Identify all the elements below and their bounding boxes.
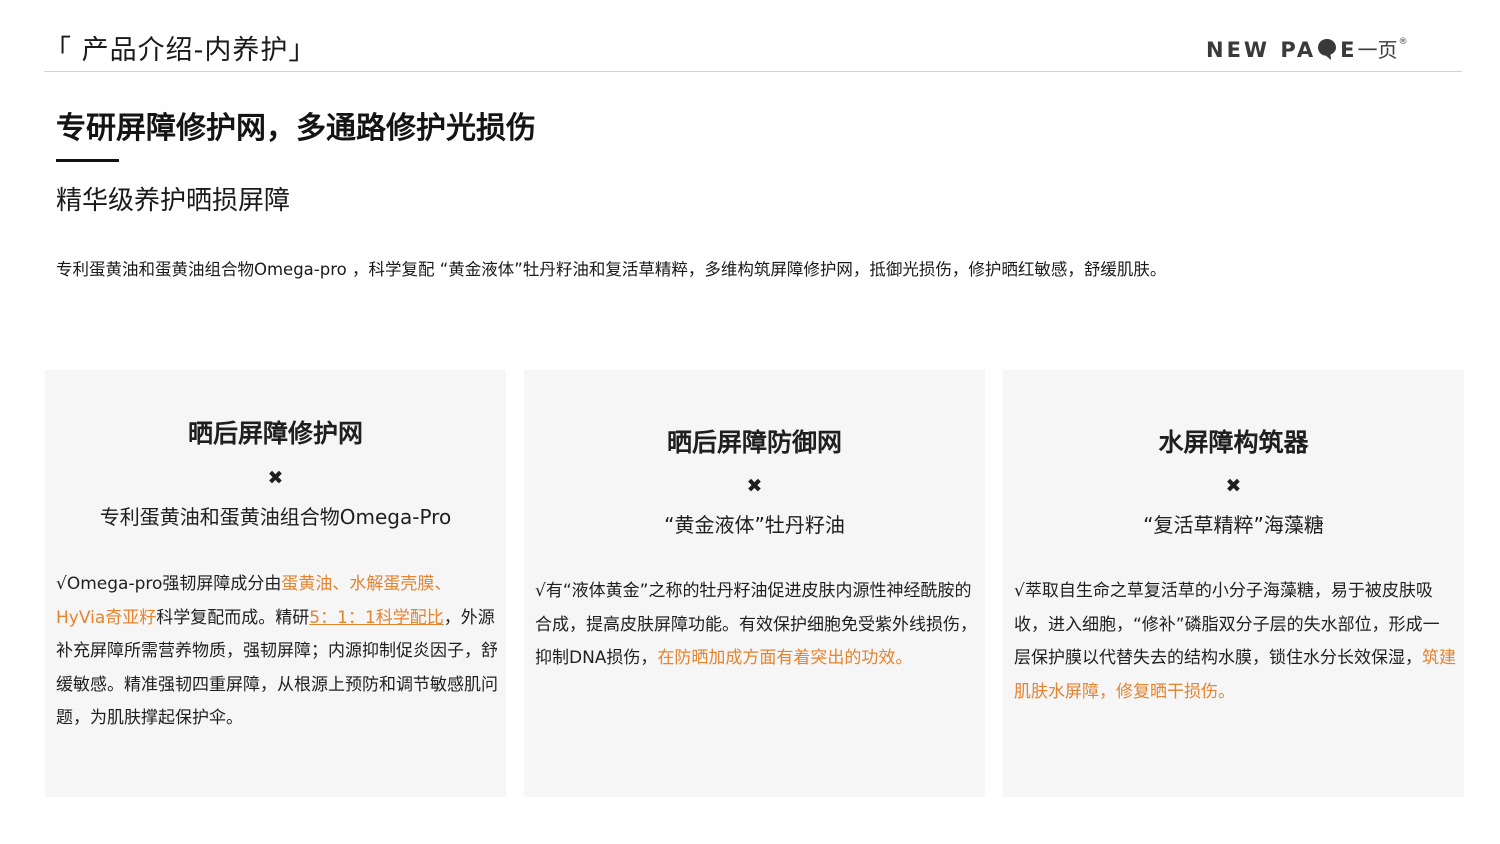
- cross-icon: ✖: [1225, 475, 1242, 497]
- section-title: 「 产品介绍-内养护」: [44, 35, 317, 66]
- intro-paragraph: 专利蛋黄油和蛋黄油组合物Omega-pro ，科学复配 “黄金液体”牡丹籽油和复…: [56, 260, 1167, 279]
- cross-icon: ✖: [267, 467, 284, 489]
- card-title: 晒后屏障防御网: [666, 428, 842, 457]
- page-headline: 专研屏障修护网，多通路修护光损伤: [56, 111, 536, 146]
- card-defense-network: 晒后屏障防御网 ✖ “黄金液体”牡丹籽油 √有“液体黄金”之称的牡丹籽油促进皮肤…: [524, 370, 985, 797]
- header-divider: [44, 71, 1462, 72]
- brand-text-end: E: [1340, 38, 1358, 62]
- card-body: √萃取自生命之草复活草的小分子海藻糖，易于被皮肤吸收，进入细胞，“修补”磷脂双分…: [1014, 575, 1456, 709]
- body-text: 科学复配而成。精研: [156, 607, 310, 628]
- brand-logo: NEW PA E 一页 ®: [1206, 36, 1407, 64]
- card-body: √有“液体黄金”之称的牡丹籽油促进皮肤内源性神经酰胺的合成，提高皮肤屏障功能。有…: [535, 575, 977, 676]
- registered-mark: ®: [1398, 37, 1408, 47]
- page-subheadline: 精华级养护晒损屏障: [56, 186, 291, 216]
- cross-icon: ✖: [746, 475, 763, 497]
- card-subtitle: 专利蛋黄油和蛋黄油组合物Omega-Pro: [99, 505, 452, 529]
- card-subtitle: “复活草精粹”海藻糖: [1143, 513, 1324, 537]
- body-highlight: 5：1：1科学配比: [309, 607, 444, 628]
- card-water-barrier: 水屏障构筑器 ✖ “复活草精粹”海藻糖 √萃取自生命之草复活草的小分子海藻糖，易…: [1003, 370, 1464, 797]
- body-text: √Omega-pro强韧屏障成分由: [56, 574, 282, 594]
- card-repair-network: 晒后屏障修护网 ✖ 专利蛋黄油和蛋黄油组合物Omega-Pro √Omega-p…: [45, 370, 506, 797]
- brand-text: NEW PA: [1206, 38, 1317, 62]
- pin-g-icon: [1318, 39, 1337, 60]
- body-text: √萃取自生命之草复活草的小分子海藻糖，易于被皮肤吸收，进入细胞，“修补”磷脂双分…: [1014, 581, 1440, 668]
- card-subtitle: “黄金液体”牡丹籽油: [664, 513, 845, 537]
- card-body: √Omega-pro强韧屏障成分由蛋黄油、水解蛋壳膜、HyVia奇亚籽科学复配而…: [56, 568, 498, 736]
- body-highlight: 在防晒加成方面有着突出的功效。: [657, 648, 913, 668]
- brand-chinese: 一页: [1357, 38, 1398, 62]
- card-title: 水屏障构筑器: [1158, 428, 1309, 457]
- card-title: 晒后屏障修护网: [187, 419, 363, 448]
- headline-underline: [56, 159, 119, 162]
